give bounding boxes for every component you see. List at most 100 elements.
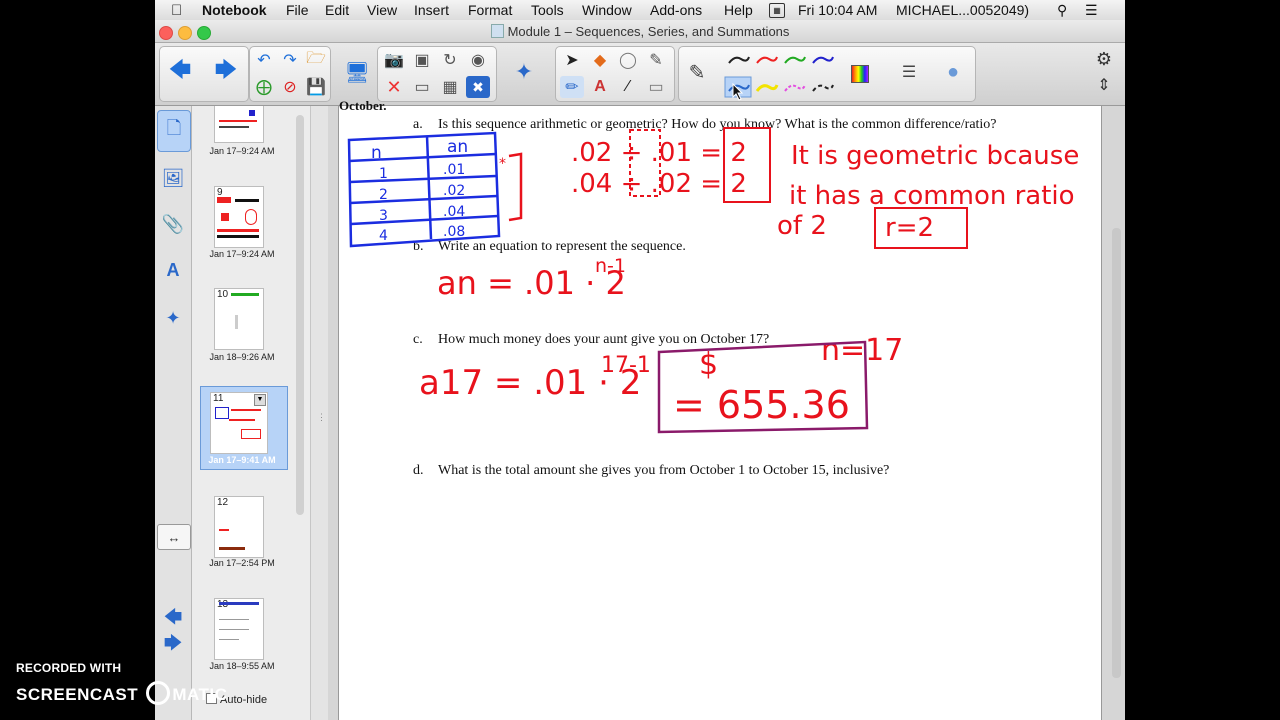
delete-page-icon[interactable]: ⊘	[278, 76, 302, 98]
camera-icon[interactable]: ▣	[410, 49, 434, 71]
table-cell: .04	[443, 204, 465, 220]
menu-user[interactable]: MICHAEL...0052049)	[896, 2, 1029, 18]
menu-view[interactable]: View	[367, 2, 397, 18]
properties-tab-icon[interactable]: A	[157, 250, 189, 290]
document-camera-icon[interactable]: ◉	[466, 49, 490, 71]
settings-gear-icon[interactable]: ⚙	[1092, 48, 1116, 70]
delete-icon[interactable]: ✕	[382, 76, 406, 98]
ratio-line-2: .04 ÷ .02 = 2	[571, 169, 747, 199]
menu-format[interactable]: Format	[468, 2, 512, 18]
table-cell: 1	[379, 166, 388, 182]
addons-tab-icon[interactable]: ✦	[157, 298, 189, 338]
answer-c: = 655.36	[673, 383, 850, 427]
page-thumbnail[interactable]: 12	[214, 496, 264, 558]
page-thumbnail[interactable]: 13	[214, 598, 264, 660]
pen-properties-icon[interactable]: ✎	[685, 61, 709, 84]
eraser-icon[interactable]: ▭	[644, 76, 668, 98]
page-thumbnail[interactable]: 10	[214, 288, 264, 350]
color-palette-icon[interactable]	[851, 65, 869, 83]
explanation-line-3: of 2	[777, 211, 827, 241]
resize-sidebar-icon[interactable]: ↔	[157, 524, 191, 550]
document-icon	[490, 24, 504, 38]
line-tool-icon[interactable]: ∕	[616, 76, 640, 98]
window-title-text: Module 1 – Sequences, Series, and Summat…	[507, 24, 790, 39]
pen-tool-icon[interactable]: ✏	[560, 76, 584, 98]
menu-insert[interactable]: Insert	[414, 2, 449, 18]
window-title: Module 1 – Sequences, Series, and Summat…	[155, 24, 1125, 39]
apple-icon[interactable]: 	[171, 2, 182, 19]
next-page-icon[interactable]: 🡆	[214, 57, 238, 83]
equation-b-exponent: n-1	[595, 255, 626, 277]
thumbnail-menu-icon[interactable]: ▼	[254, 394, 266, 406]
save-icon[interactable]: 💾	[304, 76, 328, 98]
explanation-line-2: it has a common ratio	[789, 181, 1075, 211]
undo-icon[interactable]: ↶	[252, 49, 276, 71]
spotlight-search-icon[interactable]: ⚲	[1057, 2, 1067, 19]
sidebar-splitter[interactable]: ⋮	[310, 106, 329, 720]
page-sorter-scrollbar[interactable]	[296, 115, 304, 515]
table-cell: 4	[379, 228, 388, 244]
page-vertical-scrollbar[interactable]	[1112, 228, 1121, 678]
notebook-page[interactable]: October. a. Is this sequence arithmetic …	[338, 98, 1102, 720]
page-thumbnail-selected[interactable]: 11 ▼	[210, 392, 268, 454]
open-folder-icon[interactable]: 🗁	[304, 49, 328, 71]
move-toolbar-icon[interactable]: ⇕	[1092, 74, 1116, 96]
table-cell: .02	[443, 183, 465, 199]
line-style-icon[interactable]: ☰	[897, 61, 921, 83]
table-cell: 2	[379, 187, 388, 203]
add-page-icon[interactable]: ⨁	[252, 76, 276, 98]
thumbnail-number: 12	[217, 497, 229, 508]
menu-edit[interactable]: Edit	[325, 2, 349, 18]
main-toolbar: 🡄 🡆 ↶ ↷ 🗁 ⨁ ⊘ 💾 🖥 📷 ▣ ↻ ◉ ✕ ▭ ▦ ✖ ✦ ➤ ◆ …	[155, 43, 1125, 106]
menu-addons[interactable]: Add-ons	[650, 2, 702, 18]
menu-file[interactable]: File	[286, 2, 309, 18]
close-box-icon[interactable]: ✖	[466, 76, 490, 98]
sidebar-tab-strip: 🗋 🖼 📎 A ✦ ↔ 🡄 🡆	[155, 106, 192, 720]
menu-window[interactable]: Window	[582, 2, 632, 18]
table-header-an: an	[447, 137, 468, 157]
sidebar-right-arrow-icon[interactable]: 🡆	[157, 632, 189, 660]
redo-icon[interactable]: ↷	[278, 49, 302, 71]
mouse-cursor	[732, 83, 744, 101]
equation-c-exponent: 17-1	[601, 353, 651, 378]
toolbar-insert-group: 📷 ▣ ↻ ◉ ✕ ▭ ▦ ✖	[377, 46, 497, 102]
addons-puzzle-icon[interactable]: ✦	[512, 59, 536, 84]
table-icon[interactable]: ▦	[438, 76, 462, 98]
handwriting-layer[interactable]: n an 1 .01 2 .02 3 .04 4 .08 * .02 ÷ .01…	[339, 106, 1101, 446]
thumbnail-date: Jan 17–2:54 PM	[209, 558, 275, 568]
toolbar-pen-styles-group: ✎ ☰ ●	[678, 46, 976, 102]
thumbnail-date: Jan 17–9:24 AM	[209, 249, 275, 259]
n-value: n=17	[821, 333, 903, 368]
page-sorter: Jan 17–9:24 AM 9 Jan 17–9:24 AM 10 Jan 1…	[192, 106, 310, 720]
page-thumbnail[interactable]	[214, 106, 264, 143]
toolbar-nav-group: 🡄 🡆	[159, 46, 249, 102]
sidebar-left-arrow-icon[interactable]: 🡄	[157, 606, 189, 634]
fill-effects-icon[interactable]: ●	[941, 61, 965, 83]
table-cell: .01	[443, 162, 465, 178]
calendar-icon[interactable]: ▦	[769, 3, 785, 18]
table-cell: 3	[379, 208, 388, 224]
page-thumbnail[interactable]: 9	[214, 186, 264, 248]
thumbnail-date-selected: Jan 17–9:41 AM	[208, 455, 276, 465]
menu-tools[interactable]: Tools	[531, 2, 564, 18]
screen-shade-icon[interactable]: ▭	[410, 76, 434, 98]
previous-page-icon[interactable]: 🡄	[168, 57, 192, 83]
menu-app-name[interactable]: Notebook	[202, 2, 267, 18]
creative-pen-icon[interactable]: ✎	[644, 49, 668, 71]
screen-capture-icon[interactable]: 📷	[382, 49, 406, 71]
text-tool-icon[interactable]: A	[588, 76, 612, 98]
select-cursor-icon[interactable]: ➤	[560, 49, 584, 71]
shapes-icon[interactable]: ◆	[588, 49, 612, 71]
table-cell: .08	[443, 224, 465, 240]
watermark-screencast-text: SCREENCAST	[16, 685, 139, 704]
menu-clock[interactable]: Fri 10:04 AM	[798, 2, 877, 18]
magic-eraser-icon[interactable]: ◯	[616, 49, 640, 71]
notification-list-icon[interactable]: ☰	[1085, 2, 1098, 19]
menu-help[interactable]: Help	[724, 2, 753, 18]
page-sorter-tab-icon[interactable]: 🗋	[157, 110, 191, 152]
gallery-tab-icon[interactable]: 🖼	[157, 158, 189, 198]
display-screen-icon[interactable]: 🖥	[344, 61, 369, 84]
attachments-paperclip-icon[interactable]: 📎	[157, 204, 189, 244]
watermark-screencast: SCREENCAST MATIC	[16, 681, 227, 705]
record-icon[interactable]: ↻	[438, 49, 462, 71]
